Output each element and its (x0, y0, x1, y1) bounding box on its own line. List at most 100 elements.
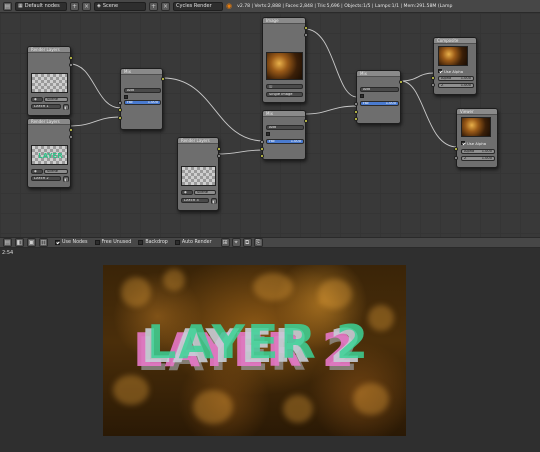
scene-selector[interactable]: ◈ (31, 97, 43, 102)
clamp-checkbox[interactable] (360, 94, 364, 98)
input-socket[interactable] (260, 154, 264, 158)
blend-mode-dropdown[interactable]: Add (266, 125, 304, 130)
backdrop-toggle[interactable]: Backdrop (138, 240, 168, 245)
render-icon[interactable]: ◧ (63, 176, 69, 182)
input-socket[interactable] (260, 147, 264, 151)
output-socket[interactable] (304, 26, 308, 30)
layer-field[interactable]: LAYER 2 (31, 176, 61, 181)
wire-mix2-mix3 (304, 105, 358, 115)
input-socket[interactable] (118, 108, 122, 112)
compositing-icon[interactable]: ◧ (15, 238, 24, 247)
fac-slider[interactable]: Fac 1.000 (360, 101, 399, 106)
output-socket[interactable] (399, 80, 403, 84)
use-nodes-checkbox[interactable] (55, 240, 60, 245)
blend-mode-dropdown[interactable]: Add (360, 87, 399, 92)
scene-selector[interactable]: ◈ (181, 190, 193, 195)
add-layout-icon[interactable]: + (70, 1, 79, 11)
clamp-checkbox[interactable] (266, 132, 270, 136)
render-layers-node-2[interactable]: Render Layers LAYER ◈ Scene LAYER 2 ◧ (27, 118, 73, 188)
mix-node-3[interactable]: Mix Add Fac 1.000 (354, 70, 403, 124)
render-icon[interactable]: ◧ (211, 198, 217, 204)
z-field[interactable]: Z 1.000 (461, 156, 495, 161)
backdrop-checkbox[interactable] (138, 240, 144, 245)
use-alpha-label: Use Alpha (467, 141, 487, 146)
input-socket[interactable] (354, 110, 358, 114)
node-title: Viewer (457, 109, 497, 115)
free-unused-toggle[interactable]: Free Unused (94, 240, 131, 245)
pin-icon[interactable]: ⌖ (231, 238, 241, 247)
input-socket[interactable] (260, 140, 264, 144)
source-mode-dropdown[interactable]: Single Image (266, 92, 303, 97)
output-socket[interactable] (217, 147, 221, 151)
input-socket[interactable] (354, 102, 358, 106)
render-layers-node-1[interactable]: Render Layers ◈ Scene LAYER 1 ◧ (27, 46, 73, 116)
output-socket[interactable] (217, 154, 221, 158)
scene-node-icon[interactable]: ▤ (3, 238, 12, 247)
scene-dropdown[interactable]: ◈ Scene (94, 1, 146, 11)
blend-mode-dropdown[interactable]: Add (124, 88, 161, 93)
image-node[interactable]: Image ◫ Single Image (262, 17, 308, 103)
auto-render-checkbox[interactable] (174, 240, 180, 245)
layer-field[interactable]: LAYER 3 (181, 198, 209, 203)
output-socket[interactable] (69, 135, 73, 139)
render-layers-node-3[interactable]: Render Layers ◈ Scene LAYER 3 ◧ (177, 137, 221, 211)
output-socket[interactable] (69, 56, 73, 60)
use-alpha-checkbox[interactable] (461, 141, 465, 145)
input-socket[interactable] (431, 76, 435, 80)
copy-icon[interactable]: ⧉ (242, 238, 252, 247)
input-socket[interactable] (454, 156, 458, 160)
image-selector[interactable]: ◫ (266, 84, 303, 89)
render-layer-icon[interactable]: ▣ (27, 238, 36, 247)
auto-render-toggle[interactable]: Auto Render (174, 240, 212, 245)
composite-node[interactable]: Composite Use Alpha Alpha 1.000 Z 1.000 (431, 37, 477, 95)
input-socket[interactable] (431, 83, 435, 87)
mix-node-2[interactable]: Mix Add Fac 1.000 (260, 110, 308, 160)
input-socket[interactable] (454, 147, 458, 151)
close-scene-icon[interactable]: × (161, 1, 170, 11)
bokeh-light (318, 279, 352, 309)
wire-mix3-composite (400, 72, 435, 82)
fac-label: Fac (269, 139, 275, 143)
scene-field[interactable]: Scene (194, 190, 216, 195)
scene-field[interactable]: Scene (44, 169, 68, 174)
layer-field[interactable]: LAYER 1 (31, 104, 61, 109)
screen-layout-dropdown[interactable]: ▦ Default nodes (15, 1, 67, 11)
close-layout-icon[interactable]: × (82, 1, 91, 11)
input-socket[interactable] (118, 116, 122, 120)
node-title: Render Layers (28, 47, 70, 53)
preview-thumbnail: LAYER (31, 145, 68, 165)
fac-value: 1.000 (290, 139, 301, 143)
alpha-field[interactable]: Alpha 1.000 (461, 149, 495, 154)
viewer-node[interactable]: Viewer Use Alpha Alpha 1.000 Z 1.000 (454, 108, 498, 168)
bokeh-light (253, 273, 293, 301)
use-nodes-toggle[interactable]: Use Nodes (55, 240, 88, 245)
fac-slider[interactable]: Fac 1.000 (266, 139, 304, 144)
z-value: 1.000 (460, 83, 471, 87)
output-socket[interactable] (304, 33, 308, 37)
output-socket[interactable] (69, 63, 73, 67)
clamp-checkbox[interactable] (124, 95, 128, 99)
node-editor[interactable]: Render Layers ◈ Scene LAYER 1 ◧ Render L… (0, 13, 540, 237)
add-scene-icon[interactable]: + (149, 1, 158, 11)
alpha-field[interactable]: Alpha 1.000 (438, 76, 474, 81)
image-editor[interactable]: 2:54 LAYER 2 LAYER 2 LAYER 2 LAYER 2 (0, 248, 540, 452)
z-field[interactable]: Z 1.000 (438, 83, 474, 88)
scene-field[interactable]: Scene (44, 97, 68, 102)
input-socket[interactable] (118, 101, 122, 105)
paste-icon[interactable]: ⎘ (253, 238, 263, 247)
input-socket[interactable] (354, 117, 358, 121)
free-unused-checkbox[interactable] (94, 240, 100, 245)
scene-selector[interactable]: ◈ (31, 169, 43, 174)
mix-node-1[interactable]: Mix Add Fac 1.000 (118, 68, 165, 130)
output-socket[interactable] (161, 77, 165, 81)
editor-type-icon[interactable]: ▤ (3, 1, 12, 11)
render-icon[interactable]: ◧ (63, 104, 69, 110)
node-title: Render Layers (178, 138, 218, 144)
use-alpha-checkbox[interactable] (438, 69, 442, 73)
texture-node-icon[interactable]: ◫ (39, 238, 48, 247)
snap-icon[interactable]: ⊞ (220, 238, 230, 247)
output-socket[interactable] (69, 128, 73, 132)
render-engine-dropdown[interactable]: Cycles Render (173, 1, 223, 11)
fac-slider[interactable]: Fac 1.000 (124, 100, 161, 105)
output-socket[interactable] (304, 119, 308, 123)
